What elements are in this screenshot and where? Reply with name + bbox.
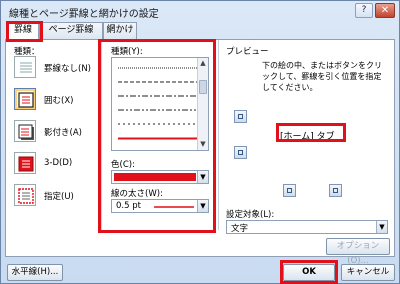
shadow-border-icon [14, 120, 36, 142]
divider-right [218, 40, 219, 230]
custom-border-icon [14, 184, 36, 206]
chevron-down-icon[interactable]: ▼ [376, 221, 387, 233]
line-style-list[interactable]: ▲ ▼ [111, 57, 209, 151]
setting-shadow[interactable]: 影付き(A) [14, 120, 102, 148]
setting-3d[interactable]: 3-D(D) [14, 152, 102, 180]
width-select[interactable]: 0.5 pt ▼ [111, 199, 209, 213]
tab-shading[interactable]: 網かけ [103, 22, 137, 39]
top-border-icon [238, 114, 243, 119]
right-border-button[interactable] [329, 184, 342, 197]
no-border-icon [14, 56, 36, 78]
line-style-option[interactable] [118, 118, 198, 130]
close-button[interactable]: ✕ [375, 3, 395, 18]
dialog-title: 線種とページ罫線と網かけの設定 [9, 9, 159, 20]
title-bar: 線種とページ罫線と網かけの設定 ? ✕ [1, 1, 399, 21]
setting-box[interactable]: 囲む(X) [14, 88, 102, 116]
apply-to-value: 文字 [231, 224, 249, 234]
preview-heading: プレビュー [226, 47, 269, 57]
options-button[interactable]: オプション(O)... [326, 238, 390, 266]
scroll-down-icon[interactable]: ▼ [198, 139, 208, 149]
width-sample-line [154, 206, 194, 208]
horizontal-line-button[interactable]: 水平線(H)... [7, 264, 63, 281]
tab-bar: 罫線 ページ罫線 網かけ [5, 22, 395, 40]
line-style-option[interactable] [118, 90, 198, 102]
tab-page-border[interactable]: ページ罫線 [39, 22, 103, 39]
preview-area[interactable]: 下の絵の中、またはボタンをクリックして、罫線を引く位置を指定してください。 [ホ… [228, 60, 388, 208]
setting-custom-label: 指定(U) [44, 192, 74, 202]
ok-button[interactable]: OK [283, 264, 335, 281]
left-border-button[interactable] [283, 184, 296, 197]
color-label: 色(C): [111, 160, 135, 170]
divider-left [101, 40, 102, 230]
apply-to-label: 設定対象(L): [226, 210, 275, 220]
top-border-button[interactable] [234, 110, 247, 123]
line-style-selected[interactable] [118, 132, 198, 144]
preview-sample-text: [ホーム] タブ [280, 132, 335, 142]
color-swatch [114, 173, 196, 181]
chevron-down-icon[interactable]: ▼ [197, 200, 208, 212]
box-border-icon [14, 88, 36, 110]
setting-shadow-label: 影付き(A) [44, 128, 82, 138]
color-select[interactable]: ▼ [111, 170, 209, 184]
line-style-option[interactable] [118, 62, 198, 74]
setting-none[interactable]: 罫線なし(N) [14, 56, 102, 84]
help-button[interactable]: ? [355, 3, 373, 18]
setting-none-label: 罫線なし(N) [44, 64, 91, 74]
borders-panel: 種類： 罫線なし(N) 囲む(X) 影付き(A) 3-D(D) 指定(U) 種類… [5, 39, 395, 266]
scroll-up-icon[interactable]: ▲ [198, 58, 208, 68]
line-style-option[interactable] [118, 76, 198, 88]
scroll-thumb[interactable] [199, 80, 207, 94]
style-heading: 種類(Y): [111, 47, 143, 57]
left-border-icon [287, 188, 292, 193]
setting-3d-label: 3-D(D) [44, 158, 73, 168]
width-value: 0.5 pt [116, 201, 141, 211]
right-border-icon [333, 188, 338, 193]
width-label: 線の太さ(W): [111, 189, 163, 199]
preview-instruction: 下の絵の中、またはボタンをクリックして、罫線を引く位置を指定してください。 [262, 61, 382, 92]
bottom-border-button[interactable] [234, 146, 247, 159]
bottom-border-icon [238, 150, 243, 155]
setting-box-label: 囲む(X) [44, 96, 74, 106]
3d-border-icon [14, 152, 36, 174]
dialog-window: 線種とページ罫線と網かけの設定 ? ✕ 罫線 ページ罫線 網かけ 種類： 罫線な… [0, 0, 400, 284]
line-style-option[interactable] [118, 104, 198, 116]
tab-borders[interactable]: 罫線 [7, 22, 39, 40]
apply-to-select[interactable]: 文字 ▼ [226, 220, 388, 234]
line-style-scrollbar[interactable]: ▲ ▼ [197, 58, 208, 150]
setting-custom[interactable]: 指定(U) [14, 184, 102, 212]
cancel-button[interactable]: キャンセル [341, 264, 395, 281]
chevron-down-icon[interactable]: ▼ [197, 171, 208, 183]
